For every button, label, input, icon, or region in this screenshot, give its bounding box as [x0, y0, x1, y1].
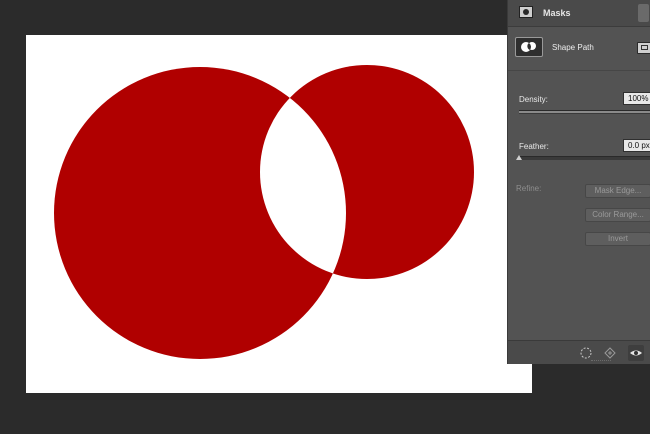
- load-selection-icon[interactable]: [578, 345, 594, 361]
- feather-slider[interactable]: [516, 155, 650, 160]
- shape-artwork: [54, 65, 474, 359]
- density-label: Density:: [519, 95, 548, 104]
- panel-bottom-bar: [508, 340, 650, 364]
- invert-button[interactable]: Invert: [585, 232, 650, 246]
- mask-type-row: Shape Path: [508, 30, 650, 71]
- document-canvas[interactable]: [26, 35, 532, 393]
- masks-panel-tab[interactable]: Masks: [508, 0, 650, 27]
- mask-type-label: Shape Path: [552, 43, 594, 52]
- apply-mask-icon[interactable]: [602, 345, 618, 361]
- shape-path-icon: [521, 42, 536, 52]
- panel-title: Masks: [543, 8, 571, 18]
- add-vector-mask-button[interactable]: [637, 42, 650, 54]
- vector-mask-thumbnail[interactable]: [515, 37, 543, 57]
- masks-panel: Masks Shape Path Density: 100% Feather: …: [507, 0, 650, 364]
- refine-label: Refine:: [516, 184, 542, 193]
- density-slider[interactable]: [519, 110, 650, 114]
- feather-slider-thumb[interactable]: [516, 155, 522, 160]
- feather-field[interactable]: 0.0 px: [623, 139, 650, 152]
- visibility-eye-icon[interactable]: [628, 345, 644, 361]
- panel-scroll-handle[interactable]: [638, 4, 649, 22]
- color-range-button[interactable]: Color Range...: [585, 208, 650, 222]
- density-field[interactable]: 100%: [623, 92, 650, 105]
- layer-mask-icon: [519, 6, 533, 18]
- density-slider-fill: [519, 111, 650, 113]
- mask-edge-button[interactable]: Mask Edge...: [585, 184, 650, 198]
- feather-label: Feather:: [519, 142, 549, 151]
- panel-resize-grip[interactable]: [591, 360, 611, 363]
